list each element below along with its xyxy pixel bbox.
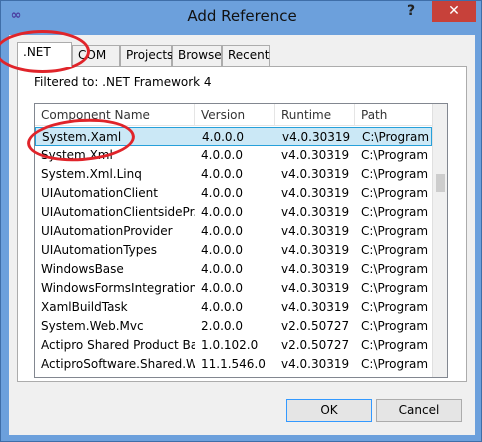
list-item[interactable]: UIAutomationClientsidePr... 4.0.0.0 v4.0.3… — [35, 203, 432, 222]
runtime-cell: v2.0.50727 — [281, 338, 350, 352]
path-cell: C:\Program — [361, 205, 429, 219]
list-item[interactable]: XamlBuildTask 4.0.0.0 v4.0.30319 C:\Program — [35, 298, 432, 317]
cancel-button[interactable]: Cancel — [376, 399, 462, 422]
runtime-cell: v4.0.30319 — [281, 281, 350, 295]
list-item[interactable]: System.Xml 4.0.0.0 v4.0.30319 C:\Program — [35, 146, 432, 165]
version-cell: 11.1.546.0 — [201, 357, 266, 371]
version-cell: 4.0.0.0 — [201, 281, 243, 295]
tab-panel: Filtered to: .NET Framework 4 Component … — [17, 66, 467, 382]
path-cell: C:\Program — [361, 167, 429, 181]
path-cell: C:\Program — [361, 186, 429, 200]
component-name-cell: System.Xaml — [42, 130, 122, 144]
component-name-cell: WindowsBase — [41, 262, 124, 276]
component-name-cell: UIAutomationProvider — [41, 224, 173, 238]
tab-browse[interactable]: Browse — [172, 45, 222, 66]
column-header-runtime[interactable]: Runtime — [275, 104, 355, 126]
vertical-scrollbar[interactable] — [432, 104, 447, 377]
component-name-cell: ActiproSoftware.Shared.W... — [41, 357, 195, 371]
list-header: Component Name Version Runtime Path — [35, 104, 432, 126]
component-name-cell: Actipro Shared Product Ba... — [41, 338, 195, 352]
component-name-cell: UIAutomationClient — [41, 186, 158, 200]
component-name-cell: UIAutomationTypes — [41, 243, 158, 257]
dialog-body: .NET COM Projects Browse Recent Filtered… — [9, 35, 475, 435]
path-cell: C:\Program — [361, 224, 429, 238]
runtime-cell: v4.0.30319 — [281, 243, 350, 257]
list-item[interactable]: System.Xml.Linq 4.0.0.0 v4.0.30319 C:\Progr… — [35, 165, 432, 184]
runtime-cell: v4.0.30319 — [282, 130, 351, 144]
version-cell: 2.0.0.0 — [201, 319, 243, 333]
path-cell: C:\Program — [361, 262, 429, 276]
component-list[interactable]: Component Name Version Runtime Path Syst… — [34, 103, 448, 378]
column-header-component-name[interactable]: Component Name — [35, 104, 195, 126]
path-cell: C:\Program — [361, 300, 429, 314]
version-cell: 4.0.0.0 — [201, 186, 243, 200]
runtime-cell: v2.0.50727 — [281, 319, 350, 333]
runtime-cell: v4.0.30319 — [281, 262, 350, 276]
help-button[interactable]: ? — [398, 1, 424, 23]
tab-net[interactable]: .NET — [17, 42, 72, 67]
list-item[interactable]: System.Xaml 4.0.0.0 v4.0.30319 C:\Program — [35, 127, 432, 146]
list-rows: System.Xaml 4.0.0.0 v4.0.30319 C:\Program Sy… — [35, 127, 432, 374]
path-cell: C:\Program — [361, 357, 429, 371]
version-cell: 4.0.0.0 — [201, 300, 243, 314]
column-header-version[interactable]: Version — [195, 104, 275, 126]
path-cell: C:\Program — [361, 281, 429, 295]
filter-label: Filtered to: .NET Framework 4 — [34, 75, 212, 89]
tab-com[interactable]: COM — [72, 45, 120, 66]
runtime-cell: v4.0.30319 — [281, 167, 350, 181]
runtime-cell: v4.0.30319 — [281, 300, 350, 314]
list-item[interactable]: UIAutomationProvider 4.0.0.0 v4.0.30319 C:\… — [35, 222, 432, 241]
close-button[interactable]: ✕ — [432, 1, 476, 22]
list-item[interactable]: System.Web.Mvc 2.0.0.0 v2.0.50727 C:\Progra… — [35, 317, 432, 336]
path-cell: C:\Program — [362, 130, 430, 144]
version-cell: 4.0.0.0 — [201, 224, 243, 238]
list-item[interactable]: ActiproSoftware.Shared.W... 11.1.546.0 v4.… — [35, 355, 432, 374]
component-name-cell: XamlBuildTask — [41, 300, 128, 314]
list-item[interactable]: UIAutomationClient 4.0.0.0 v4.0.30319 C:\Pr… — [35, 184, 432, 203]
path-cell: C:\Program — [361, 148, 429, 162]
version-cell: 1.0.102.0 — [201, 338, 259, 352]
component-name-cell: UIAutomationClientsidePr... — [41, 205, 195, 219]
version-cell: 4.0.0.0 — [201, 167, 243, 181]
component-name-cell: System.Xml — [41, 148, 113, 162]
runtime-cell: v4.0.30319 — [281, 186, 350, 200]
tab-projects[interactable]: Projects — [120, 45, 173, 66]
path-cell: C:\Program — [361, 319, 429, 333]
runtime-cell: v4.0.30319 — [281, 224, 350, 238]
component-name-cell: System.Web.Mvc — [41, 319, 144, 333]
runtime-cell: v4.0.30319 — [281, 148, 350, 162]
scrollbar-thumb[interactable] — [436, 174, 445, 192]
version-cell: 4.0.0.0 — [201, 243, 243, 257]
list-item[interactable]: Actipro Shared Product Ba... 1.0.102.0 v2.… — [35, 336, 432, 355]
list-item[interactable]: WindowsFormsIntegration 4.0.0.0 v4.0.30319… — [35, 279, 432, 298]
component-name-cell: WindowsFormsIntegration — [41, 281, 195, 295]
list-item[interactable]: UIAutomationTypes 4.0.0.0 v4.0.30319 C:\Pro… — [35, 241, 432, 260]
component-name-cell: System.Xml.Linq — [41, 167, 142, 181]
version-cell: 4.0.0.0 — [201, 205, 243, 219]
tab-recent[interactable]: Recent — [222, 45, 270, 66]
version-cell: 4.0.0.0 — [201, 262, 243, 276]
runtime-cell: v4.0.30319 — [281, 357, 350, 371]
version-cell: 4.0.0.0 — [201, 148, 243, 162]
list-item[interactable]: WindowsBase 4.0.0.0 v4.0.30319 C:\Program — [35, 260, 432, 279]
runtime-cell: v4.0.30319 — [281, 205, 350, 219]
path-cell: C:\Program — [361, 243, 429, 257]
column-header-path[interactable]: Path — [355, 104, 432, 126]
version-cell: 4.0.0.0 — [202, 130, 244, 144]
path-cell: C:\Program — [361, 338, 429, 352]
title-bar[interactable]: ∞ Add Reference ? ✕ — [1, 1, 481, 35]
add-reference-dialog: ∞ Add Reference ? ✕ .NET COM Projects Br… — [0, 0, 482, 442]
ok-button[interactable]: OK — [286, 399, 372, 422]
